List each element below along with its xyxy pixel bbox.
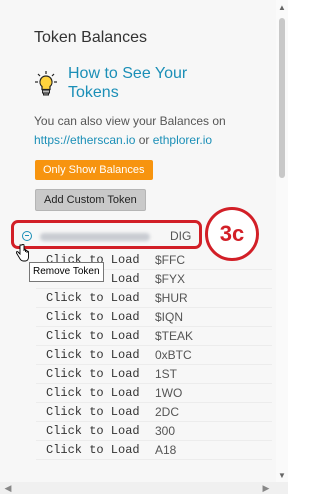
token-row[interactable]: Click to Load 1WO [36, 384, 272, 403]
add-custom-token-button[interactable]: Add Custom Token [35, 189, 146, 211]
token-symbol: 2DC [155, 405, 180, 419]
token-balances-panel: Token Balances How to See Your Tokens Yo… [0, 0, 276, 482]
remove-token-tooltip: Remove Token [29, 262, 104, 282]
click-to-load[interactable]: Click to Load [46, 384, 140, 402]
token-symbol: 0xBTC [155, 348, 192, 362]
lightbulb-icon [35, 71, 57, 96]
click-to-load[interactable]: Click to Load [46, 422, 140, 440]
desc-prefix: You can also view your Balances on [34, 114, 226, 128]
click-to-load[interactable]: Click to Load [46, 327, 140, 345]
click-to-load[interactable]: Click to Load [46, 365, 140, 383]
annotation-step-badge: 3c [205, 207, 259, 261]
token-row[interactable]: Click to Load $IQN [36, 308, 272, 327]
token-symbol: $HUR [155, 291, 188, 305]
token-row[interactable]: Click to Load $TEAK [36, 327, 272, 346]
page-title: Token Balances [34, 29, 147, 46]
horizontal-scrollbar[interactable]: ◀ ▶ [0, 482, 288, 494]
token-row[interactable]: Click to Load 1ST [36, 365, 272, 384]
token-list: Click to Load $FFC Click to Load $FYX Clic… [36, 251, 272, 460]
token-row[interactable]: Click to Load A18 [36, 441, 272, 460]
scroll-right-arrow-icon[interactable]: ▶ [260, 482, 272, 494]
vertical-scrollbar[interactable]: ▲ ▼ [276, 0, 288, 482]
only-show-balances-button[interactable]: Only Show Balances [35, 160, 153, 180]
token-symbol: 1ST [155, 367, 178, 381]
token-row[interactable]: Click to Load 2DC [36, 403, 272, 422]
token-row[interactable]: Click to Load 300 [36, 422, 272, 441]
token-symbol: 300 [155, 424, 176, 438]
token-symbol: $FYX [155, 272, 186, 286]
annotation-highlight-box [11, 220, 202, 249]
click-to-load[interactable]: Click to Load [46, 441, 140, 459]
scroll-left-arrow-icon[interactable]: ◀ [2, 482, 14, 494]
scrollbar-thumb[interactable] [279, 18, 285, 178]
scroll-down-arrow-icon[interactable]: ▼ [276, 470, 288, 482]
scroll-up-arrow-icon[interactable]: ▲ [276, 2, 288, 14]
desc-or: or [135, 133, 153, 147]
token-symbol: $FFC [155, 253, 185, 267]
token-symbol: 1WO [155, 386, 183, 400]
token-row[interactable]: Click to Load $HUR [36, 289, 272, 308]
click-to-load[interactable]: Click to Load [46, 308, 140, 326]
how-to-see-tokens-link[interactable]: How to See Your Tokens [68, 64, 228, 102]
ethplorer-link[interactable]: ethplorer.io [153, 133, 212, 147]
click-to-load[interactable]: Click to Load [46, 346, 140, 364]
hand-pointer-icon [16, 244, 29, 262]
token-symbol: $TEAK [155, 329, 194, 343]
description-text: You can also view your Balances on https… [34, 112, 264, 150]
token-row[interactable]: Click to Load 0xBTC [36, 346, 272, 365]
token-symbol: $IQN [155, 310, 184, 324]
etherscan-link[interactable]: https://etherscan.io [34, 133, 135, 147]
click-to-load[interactable]: Click to Load [46, 403, 140, 421]
token-symbol: A18 [155, 443, 177, 457]
click-to-load[interactable]: Click to Load [46, 289, 140, 307]
